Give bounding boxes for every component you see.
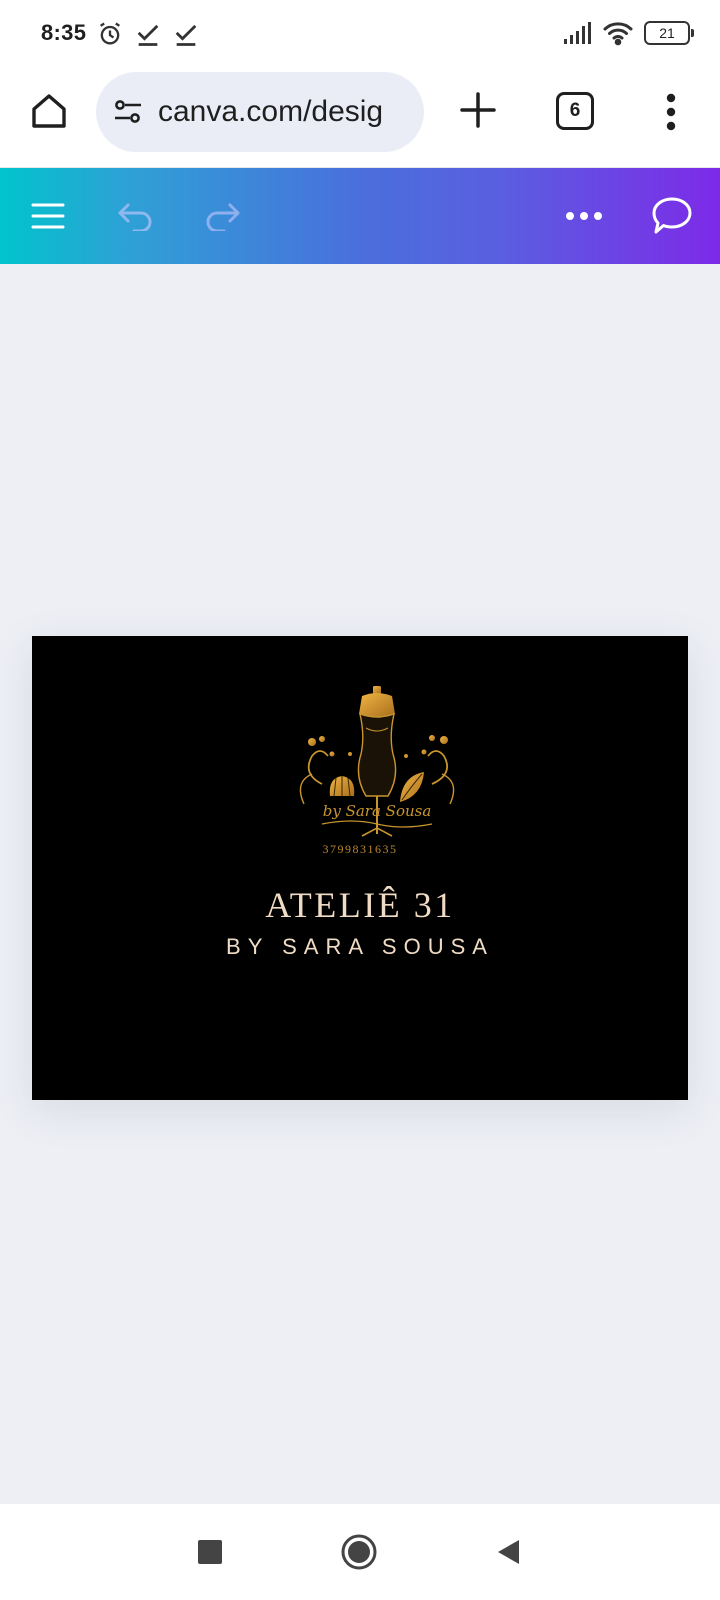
- plus-icon: [460, 92, 496, 128]
- brand-subtitle[interactable]: BY SARA SOUSA: [32, 934, 688, 960]
- wifi-icon: [603, 22, 633, 46]
- address-bar[interactable]: canva.com/desig: [96, 72, 424, 152]
- home-button[interactable]: [28, 90, 70, 132]
- new-tab-button[interactable]: [456, 88, 500, 132]
- battery-level: 21: [659, 25, 675, 41]
- signal-icon: [564, 22, 591, 44]
- browser-menu-button[interactable]: [658, 90, 684, 134]
- status-time: 8:35: [41, 20, 87, 45]
- logo-script-text: by Sara Sousa: [323, 802, 432, 820]
- comments-button[interactable]: [646, 190, 698, 242]
- status-bar: 8:35 21: [0, 0, 720, 68]
- status-notification-icons: [96, 20, 200, 48]
- back-button[interactable]: [488, 1532, 528, 1572]
- home-icon: [32, 94, 66, 128]
- comment-icon: [652, 197, 692, 234]
- status-system-icons: 21: [562, 20, 694, 46]
- canva-menu-button[interactable]: [22, 190, 74, 242]
- hamburger-menu-icon: [31, 203, 65, 229]
- system-home-button[interactable]: [339, 1532, 379, 1572]
- design-page[interactable]: by Sara Sousa 3799831635 ATELIÊ 31 BY SA…: [32, 636, 688, 1100]
- brand-title[interactable]: ATELIÊ 31: [32, 884, 688, 926]
- logo-phone-number: 3799831635: [322, 842, 398, 856]
- undo-button[interactable]: [110, 190, 162, 242]
- battery-icon: 21: [644, 21, 694, 45]
- url-text[interactable]: canva.com/desig: [158, 95, 406, 129]
- more-vert-icon: [666, 93, 676, 131]
- canva-editor-toolbar: [0, 168, 720, 264]
- more-horiz-icon: [566, 212, 602, 220]
- design-canvas-area[interactable]: by Sara Sousa 3799831635 ATELIÊ 31 BY SA…: [0, 264, 720, 1504]
- alarm-icon: [100, 22, 120, 45]
- system-navigation-bar: [0, 1504, 720, 1600]
- redo-button[interactable]: [196, 190, 248, 242]
- check-icon: [137, 24, 159, 46]
- more-options-button[interactable]: [558, 190, 610, 242]
- home-circle-icon: [341, 1534, 377, 1570]
- undo-icon: [118, 203, 152, 231]
- tab-count: 6: [569, 100, 581, 121]
- recents-button[interactable]: [190, 1532, 230, 1572]
- back-triangle-icon: [498, 1540, 519, 1564]
- browser-toolbar: canva.com/desig 6: [0, 68, 720, 168]
- redo-icon: [206, 203, 240, 231]
- dress-form-logo[interactable]: by Sara Sousa: [282, 684, 472, 864]
- recents-square-icon: [198, 1540, 222, 1564]
- site-settings-icon[interactable]: [112, 96, 144, 128]
- tab-switcher-button[interactable]: 6: [556, 92, 594, 130]
- check-icon: [175, 24, 197, 46]
